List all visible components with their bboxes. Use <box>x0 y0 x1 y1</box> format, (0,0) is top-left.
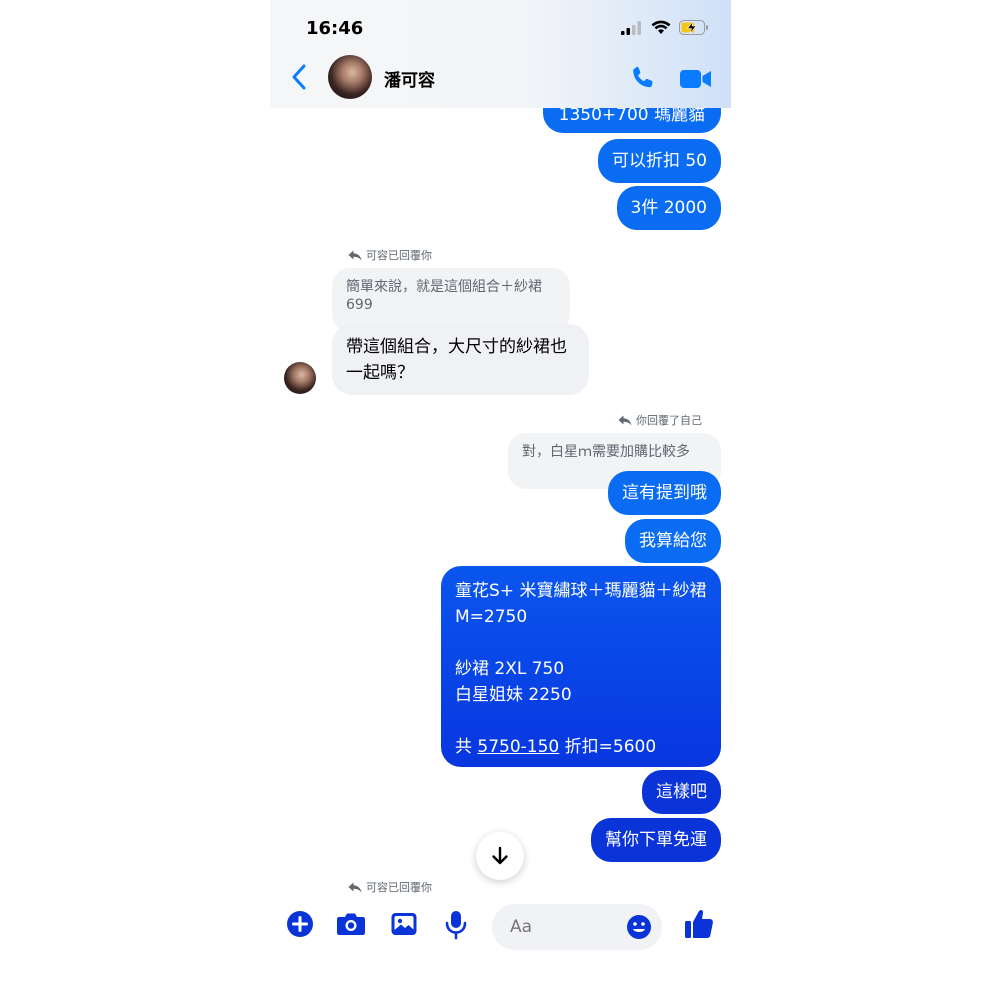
wifi-icon <box>651 20 671 34</box>
message-bubble[interactable]: 帶這個組合，大尺寸的紗裙也 一起嗎？ <box>332 324 589 395</box>
emoji-icon[interactable] <box>626 914 652 940</box>
battery-charging-icon <box>679 20 708 35</box>
quoted-message[interactable]: 簡單來說，就是這個組合＋紗裙 699 <box>332 268 570 332</box>
composer-bar: Aa <box>270 896 731 1000</box>
like-icon[interactable] <box>684 908 714 940</box>
phone-icon[interactable] <box>629 64 657 92</box>
messenger-screen: 16:46 潘可容 1350+700 瑪麗貓 可以折扣 50 3件 2000 可… <box>270 0 731 1000</box>
status-icons <box>621 20 709 35</box>
signal-icon <box>621 20 641 35</box>
message-text: 我算給您 <box>639 531 707 551</box>
sender-avatar[interactable] <box>284 362 316 394</box>
reply-indicator: 你回覆了自己 <box>618 412 702 428</box>
reply-indicator: 可容已回覆你 <box>348 879 432 895</box>
microphone-icon[interactable] <box>444 910 468 940</box>
message-input[interactable]: Aa <box>492 904 662 950</box>
total-line: 共 5750-150 折扣=5600 <box>455 737 657 757</box>
message-text: 3件 2000 <box>630 198 707 218</box>
reply-indicator: 可容已回覆你 <box>348 247 432 263</box>
reply-arrow-icon <box>618 415 632 425</box>
message-bubble[interactable]: 可以折扣 50 <box>597 139 721 183</box>
chat-header: 16:46 潘可容 <box>270 0 731 108</box>
plus-icon[interactable] <box>286 910 314 938</box>
message-bubble[interactable]: 我算給您 <box>625 519 721 563</box>
gallery-icon[interactable] <box>390 910 418 938</box>
message-bubble[interactable]: 童花S+ 米寶繡球＋瑪麗貓＋紗裙 M=2750 紗裙 2XL 750 白星姐妹 … <box>441 566 721 767</box>
reply-arrow-icon <box>348 250 362 260</box>
message-bubble[interactable]: 3件 2000 <box>616 186 721 230</box>
arrow-down-icon <box>492 846 508 865</box>
reply-arrow-icon <box>348 882 362 892</box>
camera-icon[interactable] <box>336 910 366 938</box>
message-text: 這樣吧 <box>656 782 707 802</box>
contact-avatar[interactable] <box>328 55 372 99</box>
phone-number-link[interactable]: 5750-150 <box>477 737 559 757</box>
message-bubble[interactable]: 幫你下單免運 <box>591 818 721 862</box>
message-text: 可以折扣 50 <box>611 151 707 171</box>
contact-name[interactable]: 潘可容 <box>384 66 435 91</box>
message-text: 1350+700 瑪麗貓 <box>558 105 705 125</box>
scroll-to-bottom-button[interactable] <box>476 832 524 880</box>
back-icon[interactable] <box>288 62 310 92</box>
message-text: 這有提到哦 <box>622 483 707 503</box>
message-text: 幫你下單免運 <box>605 830 707 850</box>
video-call-icon[interactable] <box>679 66 713 92</box>
message-bubble[interactable]: 這有提到哦 <box>608 471 721 515</box>
message-bubble[interactable]: 這樣吧 <box>642 770 721 814</box>
status-time: 16:46 <box>306 18 364 39</box>
